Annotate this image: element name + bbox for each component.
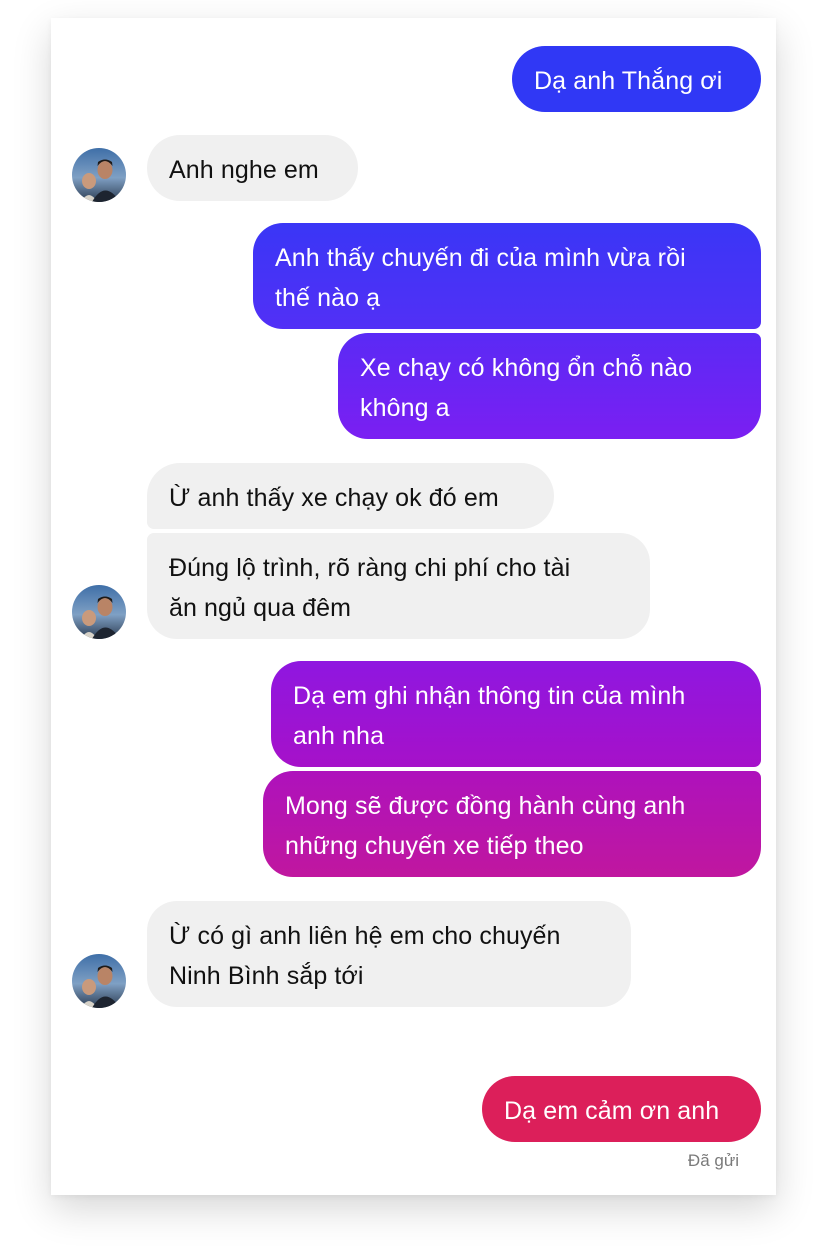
message-text: thế nào ạ	[275, 284, 381, 312]
incoming-message[interactable]: Anh nghe em	[147, 135, 358, 201]
avatar-photo-icon	[72, 148, 126, 202]
message-text: Ừ có gì anh liên hệ em cho chuyến	[169, 922, 561, 950]
contact-avatar[interactable]	[72, 954, 126, 1008]
avatar-photo-icon	[72, 954, 126, 1008]
outgoing-message[interactable]: Xe chạy có không ổn chỗ nào không a	[338, 333, 761, 439]
message-text: Anh thấy chuyến đi của mình vừa rồi	[275, 244, 686, 272]
outgoing-message[interactable]: Mong sẽ được đồng hành cùng anh những ch…	[263, 771, 761, 877]
incoming-message[interactable]: Đúng lộ trình, rõ ràng chi phí cho tài ă…	[147, 533, 650, 639]
message-text: Dạ anh Thắng ơi	[534, 67, 723, 95]
outgoing-message[interactable]: Anh thấy chuyến đi của mình vừa rồi thế …	[253, 223, 761, 329]
message-text: Anh nghe em	[169, 156, 319, 184]
outgoing-message[interactable]: Dạ em cảm ơn anh	[482, 1076, 761, 1142]
incoming-message[interactable]: Ừ có gì anh liên hệ em cho chuyến Ninh B…	[147, 901, 631, 1007]
message-text: Dạ em cảm ơn anh	[504, 1097, 720, 1125]
message-text: những chuyến xe tiếp theo	[285, 832, 584, 860]
contact-avatar[interactable]	[72, 585, 126, 639]
message-text: không a	[360, 394, 450, 422]
message-text: Đúng lộ trình, rõ ràng chi phí cho tài	[169, 554, 571, 582]
message-text: Dạ em ghi nhận thông tin của mình	[293, 682, 686, 710]
message-text: Ninh Bình sắp tới	[169, 962, 364, 990]
delivery-status: Đã gửi	[687, 1151, 739, 1170]
contact-avatar[interactable]	[72, 148, 126, 202]
avatar-photo-icon	[72, 585, 126, 639]
message-text: ăn ngủ qua đêm	[169, 594, 352, 622]
outgoing-message[interactable]: Dạ anh Thắng ơi	[512, 46, 761, 112]
message-text: anh nha	[293, 722, 385, 750]
message-text: Xe chạy có không ổn chỗ nào	[360, 354, 693, 382]
message-text: Ừ anh thấy xe chạy ok đó em	[169, 484, 499, 512]
incoming-message[interactable]: Ừ anh thấy xe chạy ok đó em	[147, 463, 554, 529]
outgoing-message[interactable]: Dạ em ghi nhận thông tin của mình anh nh…	[271, 661, 761, 767]
chat-thread: Dạ anh Thắng ơi Anh nghe em Anh thấy chu…	[51, 18, 776, 1195]
message-text: Mong sẽ được đồng hành cùng anh	[285, 792, 686, 820]
